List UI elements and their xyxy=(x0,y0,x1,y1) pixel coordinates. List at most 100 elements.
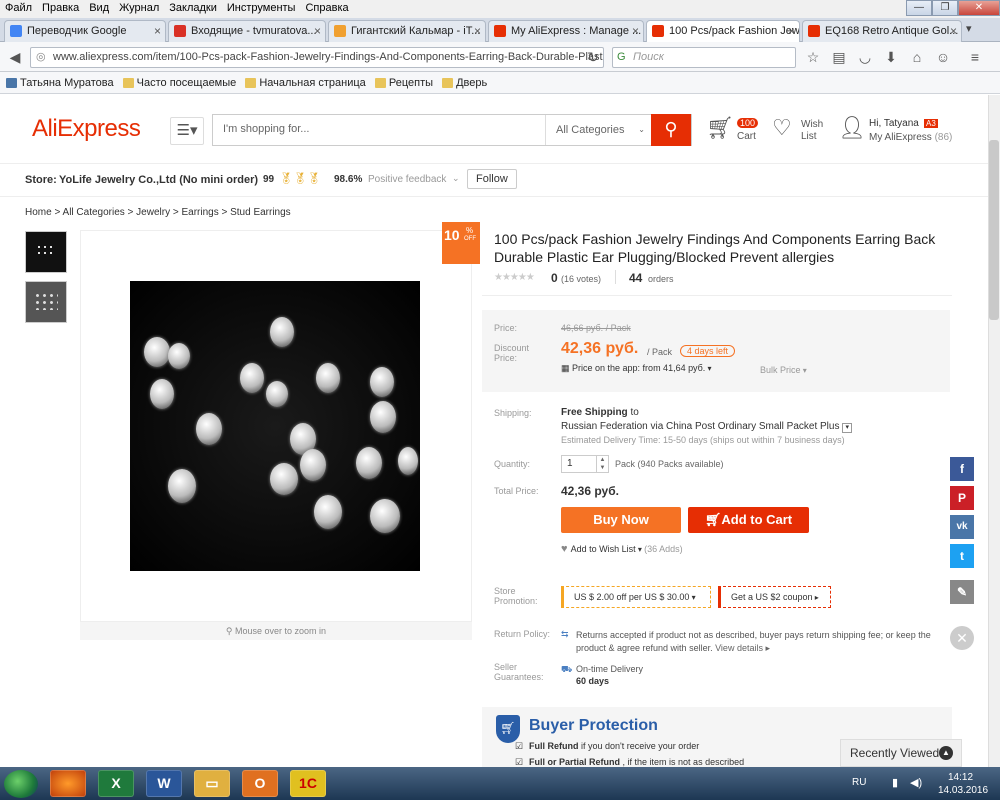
bookmark-recipes[interactable]: Рецепты xyxy=(373,72,433,94)
close-window-button[interactable]: ✕ xyxy=(958,0,1000,16)
bulk-price-dropdown[interactable]: Bulk Price ▾ xyxy=(760,365,807,375)
minimize-button[interactable]: — xyxy=(906,0,932,16)
add-to-cart-button[interactable]: 🛒︎Add to Cart xyxy=(688,507,809,533)
close-tab-icon[interactable]: × xyxy=(154,21,161,41)
reload-icon[interactable]: ↻ xyxy=(584,48,602,66)
caret-down-icon: ▾ xyxy=(800,366,807,375)
view-details-link[interactable]: View details ▸ xyxy=(715,643,770,653)
browser-search-input[interactable]: G Поиск xyxy=(612,47,796,68)
rating-votes[interactable]: (16 votes) xyxy=(561,274,601,284)
menu-edit[interactable]: Правка xyxy=(37,0,84,14)
close-tab-icon[interactable]: × xyxy=(632,21,639,41)
vk-share-icon[interactable]: vk xyxy=(950,515,974,539)
main-product-image[interactable] xyxy=(130,281,420,571)
menu-tools[interactable]: Инструменты xyxy=(222,0,301,14)
tab-my-aliexpress[interactable]: My AliExpress : Manage ... × xyxy=(488,20,644,42)
hamburger-menu-icon[interactable]: ≡ xyxy=(966,48,984,66)
product-thumbnail-2[interactable] xyxy=(25,281,67,323)
app-price-dropdown[interactable]: ▦ Price on the app: from 41,64 руб. ▾ xyxy=(561,363,712,374)
user-icon[interactable]: 👤︎ xyxy=(838,115,866,141)
edit-icon[interactable]: ✎ xyxy=(950,580,974,604)
wish-label-2[interactable]: List xyxy=(801,131,817,142)
search-button[interactable]: ⚲ xyxy=(651,114,691,146)
add-to-wishlist[interactable]: ♥ Add to Wish List ▾ (36 Adds) xyxy=(561,543,683,555)
download-icon[interactable]: ⬇ xyxy=(882,48,900,66)
tab-giant-squid[interactable]: Гигантский Кальмар - iT... × xyxy=(328,20,486,42)
menu-view[interactable]: Вид xyxy=(84,0,114,14)
close-tab-icon[interactable]: × xyxy=(314,21,321,41)
aliexpress-logo[interactable]: AliExpress xyxy=(32,115,141,143)
close-tab-icon[interactable]: × xyxy=(950,21,957,41)
my-aliexpress-link[interactable]: My AliExpress (86) xyxy=(869,132,952,143)
follow-button[interactable]: Follow xyxy=(467,169,517,189)
bookmark-door[interactable]: Дверь xyxy=(440,72,487,94)
1c-icon[interactable]: 1C xyxy=(290,770,326,797)
google-translate-icon xyxy=(10,25,22,37)
tab-gmail[interactable]: Входящие - tvmuratova... × xyxy=(168,20,326,42)
store-bar: Store: YoLife Jewelry Co.,Ltd (No mini o… xyxy=(0,163,988,197)
word-icon[interactable]: W xyxy=(146,770,182,797)
scrollbar-thumb[interactable] xyxy=(989,140,999,320)
discount-price: 42,36 руб. xyxy=(561,340,639,357)
category-menu-button[interactable]: ☰▾ xyxy=(170,117,204,145)
bookmark-start-page[interactable]: Начальная страница xyxy=(243,72,366,94)
close-tab-icon[interactable]: × xyxy=(474,21,481,41)
menu-help[interactable]: Справка xyxy=(300,0,353,14)
close-tab-icon[interactable]: × xyxy=(788,21,795,41)
promo-label-2: Promotion: xyxy=(494,596,538,606)
maximize-button[interactable]: ❐ xyxy=(932,0,958,16)
stepper-arrows-icon[interactable]: ▲ ▼ xyxy=(596,456,608,472)
excel-icon[interactable]: X xyxy=(98,770,134,797)
clock-date[interactable]: 14.03.2016 xyxy=(938,785,988,796)
heart-icon[interactable]: ♡ xyxy=(772,115,792,141)
twitter-share-icon[interactable]: t xyxy=(950,544,974,568)
product-thumbnail-1[interactable] xyxy=(25,231,67,273)
page-content: AliExpress ☰▾ I'm shopping for... All Ca… xyxy=(0,95,988,767)
bookmark-most-visited[interactable]: Часто посещаемые xyxy=(121,72,236,94)
tab-label: Гигантский Кальмар - iT... xyxy=(351,25,481,37)
shipping-method-dropdown[interactable]: Russian Federation via China Post Ordina… xyxy=(561,421,853,433)
home-icon[interactable]: ⌂ xyxy=(908,48,926,66)
pocket-icon[interactable]: ◡ xyxy=(856,48,874,66)
explorer-icon[interactable]: ▭ xyxy=(194,770,230,797)
url-bar[interactable]: ◎ www.aliexpress.com/item/100-Pcs-pack-F… xyxy=(30,47,604,68)
close-share-icon[interactable]: ✕ xyxy=(950,626,974,650)
buy-now-button[interactable]: Buy Now xyxy=(561,507,681,533)
bookmark-star-icon[interactable]: ☆ xyxy=(804,48,822,66)
quantity-stepper[interactable]: 1 ▲ ▼ xyxy=(561,455,609,473)
cart-icon[interactable]: 🛒︎ xyxy=(706,115,734,141)
tab-eq168[interactable]: EQ168 Retro Antique Gol... × xyxy=(802,20,962,42)
wish-label-1[interactable]: Wish xyxy=(801,119,823,130)
volume-icon[interactable]: ◀) xyxy=(910,776,922,789)
store-discount-offer[interactable]: US $ 2.00 off per US $ 30.00 ▾ xyxy=(561,586,711,608)
store-name[interactable]: YoLife Jewelry Co.,Ltd (No mini order) xyxy=(59,174,258,186)
get-coupon-button[interactable]: Get a US $2 coupon ▸ xyxy=(718,586,831,608)
site-search-input[interactable]: I'm shopping for... xyxy=(223,123,309,135)
discount-badge: 10 % OFF xyxy=(442,222,480,264)
menu-bookmarks[interactable]: Закладки xyxy=(164,0,222,14)
chat-icon[interactable]: ☺ xyxy=(934,48,952,66)
pinterest-share-icon[interactable]: P xyxy=(950,486,974,510)
cart-label[interactable]: Cart xyxy=(737,131,756,142)
facebook-share-icon[interactable]: f xyxy=(950,457,974,481)
tab-product-active[interactable]: 100 Pcs/pack Fashion Jew... × xyxy=(646,20,800,43)
network-icon[interactable]: ▮ xyxy=(892,776,898,789)
delivery-days: 60 days xyxy=(576,676,610,686)
tab-overflow-icon[interactable]: ▾ xyxy=(966,22,994,40)
clock-time[interactable]: 14:12 xyxy=(948,772,973,783)
back-icon[interactable]: ◀ xyxy=(6,48,24,66)
outlook-icon[interactable]: O xyxy=(242,770,278,797)
reading-list-icon[interactable]: ▤ xyxy=(830,48,848,66)
start-button[interactable] xyxy=(4,770,38,798)
breadcrumb[interactable]: Home > All Categories > Jewelry > Earrin… xyxy=(25,207,291,218)
menu-file[interactable]: Файл xyxy=(0,0,37,14)
language-indicator[interactable]: RU xyxy=(852,777,866,788)
tab-google-translate[interactable]: Переводчик Google × xyxy=(4,20,166,42)
bookmark-vk[interactable]: Татьяна Муратова xyxy=(4,72,114,94)
feedback-label[interactable]: Positive feedback xyxy=(368,174,446,185)
category-select[interactable]: All Categories ⌄ xyxy=(545,115,653,145)
menu-history[interactable]: Журнал xyxy=(114,0,164,14)
recently-viewed-toggle[interactable]: Recently Viewed ▲ xyxy=(840,739,962,767)
protection-line-1-text: if you don't receive your order xyxy=(581,741,700,751)
firefox-icon[interactable] xyxy=(50,770,86,797)
